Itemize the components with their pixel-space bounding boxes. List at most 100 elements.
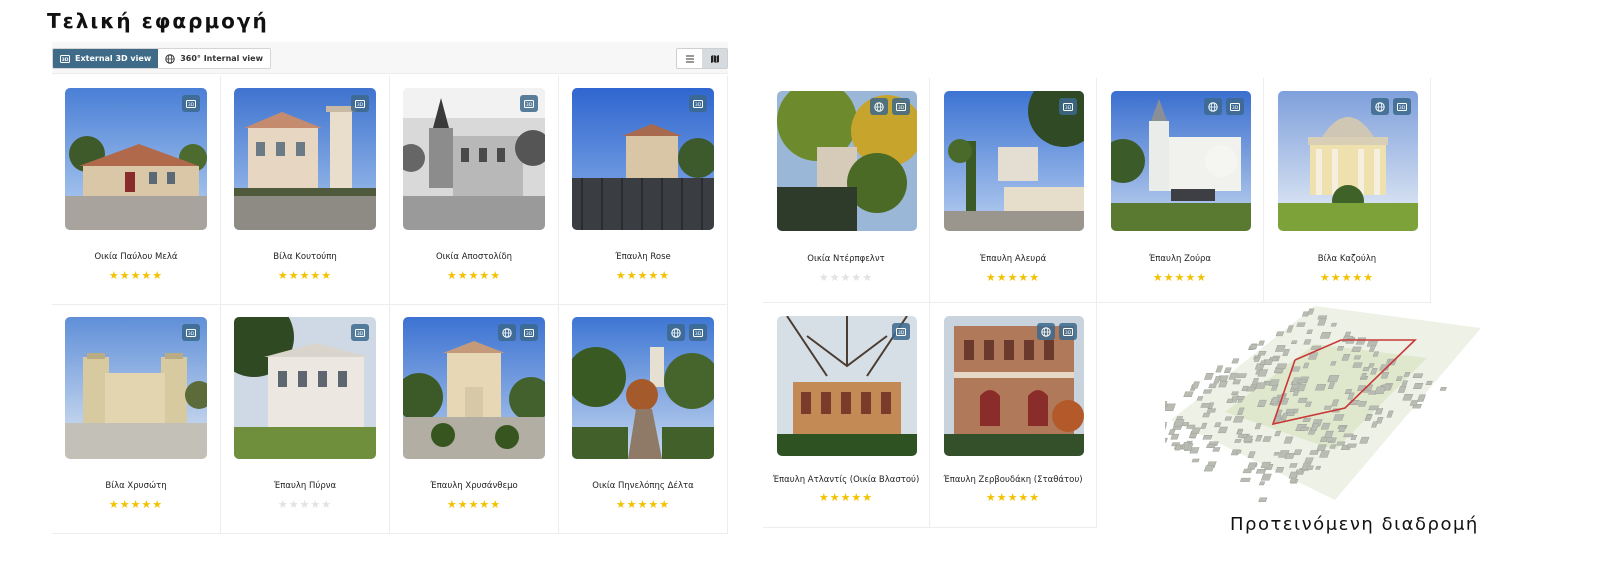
building-block <box>1273 451 1280 456</box>
building-block <box>1368 405 1380 411</box>
mansion-card[interactable]: 3D Οικία Παύλου Μελά ★★★★★ <box>52 76 221 305</box>
building-block <box>1237 434 1249 438</box>
mansion-name: Έπαυλη Πύρνα <box>273 481 337 491</box>
badge-group: 3D <box>182 95 200 112</box>
mansion-card[interactable]: 3D Βίλα Χρυσώτη ★★★★★ <box>52 305 221 534</box>
building-block <box>1183 391 1194 398</box>
view-toolbar: 3D External 3D view 360° Internal view <box>52 42 728 74</box>
mansion-card[interactable]: 3D Έπαυλη Rose ★★★★★ <box>559 76 728 305</box>
view-3d-icon[interactable]: 3D <box>1059 98 1077 115</box>
building-block <box>1319 332 1332 339</box>
building-block <box>1290 340 1298 345</box>
badge-group: 3D <box>892 323 910 340</box>
mansion-card[interactable]: 3D Βίλα Κουτούπη ★★★★★ <box>221 76 390 305</box>
view-360-icon[interactable] <box>498 324 516 341</box>
building-block <box>1352 362 1363 368</box>
view-3d-icon[interactable]: 3D <box>520 324 538 341</box>
building-block <box>1203 372 1214 380</box>
building-block <box>1297 397 1308 403</box>
building-block <box>1203 465 1215 472</box>
view-360-icon[interactable] <box>1204 98 1222 115</box>
view-3d-icon[interactable]: 3D <box>689 324 707 341</box>
building-block <box>1242 468 1253 474</box>
rating-stars: ★★★★★ <box>390 498 558 511</box>
map-icon <box>710 54 719 63</box>
building-block <box>1346 443 1357 448</box>
building-block <box>1235 449 1242 454</box>
building-block <box>1315 466 1322 470</box>
building-block <box>1206 444 1216 449</box>
mansion-card[interactable]: 3D Έπαυλη Αλευρά ★★★★★ <box>930 78 1097 303</box>
mansion-card[interactable]: 3D Βίλα Καζούλη ★★★★★ <box>1264 78 1431 303</box>
mansion-card[interactable]: 3D Έπαυλη Ζερβουδάκη (Σταθάτου) ★★★★★ <box>930 303 1097 528</box>
mansion-card[interactable]: 3D Έπαυλη Ατλαντίς (Οικία Βλαστού) ★★★★★ <box>763 303 930 528</box>
view-3d-icon[interactable]: 3D <box>351 95 369 112</box>
view-3d-icon[interactable]: 3D <box>1059 323 1077 340</box>
mansion-photo: 3D <box>944 91 1084 231</box>
mansion-photo: 3D <box>572 317 714 459</box>
building-block <box>1299 426 1310 431</box>
view-3d-icon[interactable]: 3D <box>892 323 910 340</box>
internal-360-view-button[interactable]: 360° Internal view <box>158 49 270 68</box>
external-3d-view-button[interactable]: 3D External 3D view <box>53 49 159 68</box>
building-block <box>1202 434 1213 440</box>
building-block <box>1255 382 1267 389</box>
building-block <box>1236 396 1245 400</box>
view-3d-icon[interactable]: 3D <box>182 324 200 341</box>
mansion-photo: 3D <box>403 317 545 459</box>
svg-text:3D: 3D <box>188 331 195 337</box>
view-3d-icon[interactable]: 3D <box>520 95 538 112</box>
building-block <box>1333 414 1345 421</box>
mansion-photo: 3D <box>777 316 917 456</box>
star-icon: ★★★★★ <box>818 491 874 504</box>
map-view-button[interactable] <box>702 49 727 68</box>
view-360-icon[interactable] <box>667 324 685 341</box>
svg-text:3D: 3D <box>357 102 364 108</box>
badge-group: 3D <box>498 324 538 341</box>
mansion-card[interactable]: 3D Οικία Ντέρπφελντ ★★★★★ <box>763 78 930 303</box>
globe-icon <box>165 53 175 64</box>
building-block <box>1275 363 1288 369</box>
route-map[interactable] <box>1150 300 1485 505</box>
building-block <box>1289 463 1298 468</box>
list-view-button[interactable] <box>677 49 702 68</box>
star-icon: ★★★★★ <box>446 498 502 511</box>
building-block <box>1258 340 1265 346</box>
view-3d-icon[interactable]: 3D <box>182 95 200 112</box>
badge-group: 3D <box>1037 323 1077 340</box>
rating-stars: ★★★★★ <box>52 269 220 282</box>
view-360-icon[interactable] <box>870 98 888 115</box>
rating-stars: ★★★★★ <box>930 271 1096 284</box>
mansion-card[interactable]: 3D Οικία Αποστολίδη ★★★★★ <box>390 76 559 305</box>
mansion-name: Βίλα Καζούλη <box>1317 254 1377 264</box>
mansion-card[interactable]: 3D Οικία Πηνελόπης Δέλτα ★★★★★ <box>559 305 728 534</box>
building-block <box>1325 437 1334 442</box>
mansion-card[interactable]: 3D Έπαυλη Χρυσάνθεμο ★★★★★ <box>390 305 559 534</box>
mansion-card[interactable]: 3D Έπαυλη Πύρνα ★★★★★ <box>221 305 390 534</box>
view-3d-icon[interactable]: 3D <box>1226 98 1244 115</box>
svg-text:3D: 3D <box>695 331 702 337</box>
mansion-card[interactable]: 3D Έπαυλη Ζούρα ★★★★★ <box>1097 78 1264 303</box>
mansion-photo: 3D <box>65 88 207 230</box>
badge-group: 3D <box>667 324 707 341</box>
view-360-icon[interactable] <box>1371 98 1389 115</box>
star-icon: ★★★★★ <box>277 269 333 282</box>
view-3d-icon[interactable]: 3D <box>351 324 369 341</box>
badge-group: 3D <box>1059 98 1077 115</box>
badge-group: 3D <box>351 95 369 112</box>
building-block <box>1257 350 1267 356</box>
page-title: Τελική εφαρμογή <box>47 9 269 33</box>
svg-text:3D: 3D <box>526 102 533 108</box>
layout-toggle <box>676 48 728 69</box>
building-block <box>1191 458 1200 463</box>
mansion-name: Οικία Αποστολίδη <box>435 252 513 262</box>
building-block <box>1168 429 1176 435</box>
view-3d-icon[interactable]: 3D <box>1393 98 1411 115</box>
view-360-icon[interactable] <box>1037 323 1055 340</box>
list-icon <box>685 55 694 62</box>
cube-3d-icon: 3D <box>60 54 70 63</box>
view-3d-icon[interactable]: 3D <box>689 95 707 112</box>
view-3d-icon[interactable]: 3D <box>892 98 910 115</box>
mansion-name: Βίλα Χρυσώτη <box>105 481 167 491</box>
building-block <box>1226 398 1234 403</box>
